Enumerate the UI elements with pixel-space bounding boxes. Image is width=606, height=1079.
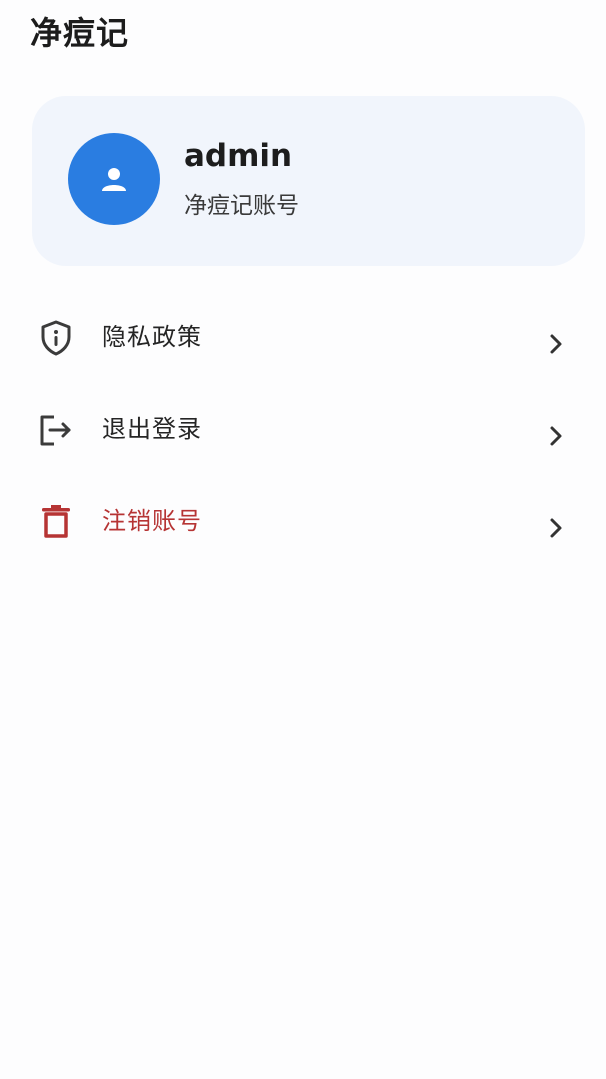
username: admin — [184, 138, 293, 174]
menu-label-delete-account: 注销账号 — [102, 507, 202, 535]
chevron-right-icon — [550, 426, 562, 446]
menu-item-delete-account[interactable]: 注销账号 — [0, 482, 606, 562]
logout-icon — [40, 415, 71, 446]
page-title: 净痘记 — [30, 14, 130, 52]
menu-label-privacy-policy: 隐私政策 — [102, 323, 202, 351]
avatar — [68, 133, 160, 225]
trash-icon — [42, 505, 70, 538]
account-subtitle: 净痘记账号 — [184, 193, 299, 219]
menu-item-privacy-policy[interactable]: 隐私政策 — [0, 298, 606, 378]
user-icon — [102, 168, 126, 191]
menu-item-logout[interactable]: 退出登录 — [0, 390, 606, 470]
menu-label-logout: 退出登录 — [102, 415, 202, 443]
chevron-right-icon — [550, 518, 562, 538]
profile-card[interactable]: admin 净痘记账号 — [32, 96, 585, 266]
shield-info-icon — [41, 320, 71, 356]
chevron-right-icon — [550, 334, 562, 354]
